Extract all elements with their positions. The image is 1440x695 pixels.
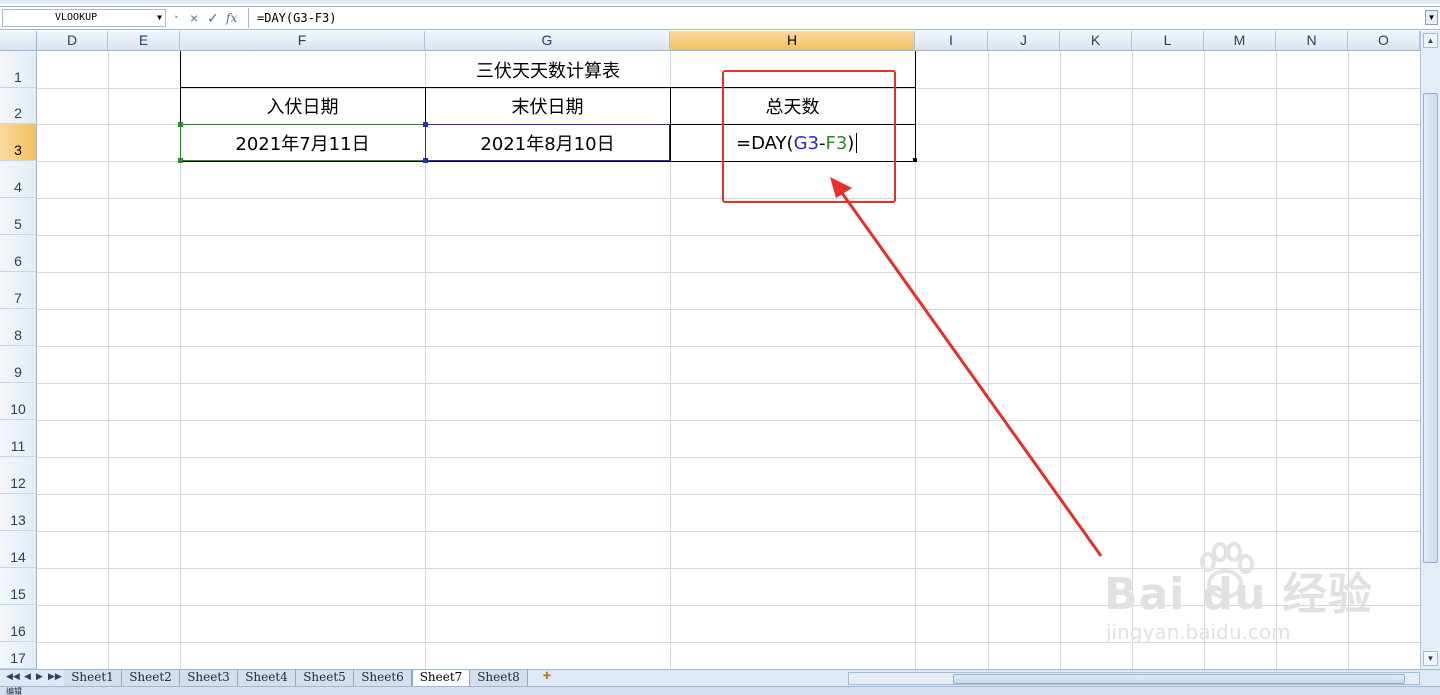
sheet-tab-sheet7[interactable]: Sheet7 bbox=[412, 670, 470, 686]
status-mode: 编辑 bbox=[6, 687, 22, 695]
prev-sheet-icon[interactable]: ◀ bbox=[24, 671, 31, 682]
watermark-brand: Bai du 经验 bbox=[1104, 569, 1373, 620]
scroll-up-icon[interactable]: ▲ bbox=[1423, 33, 1438, 48]
sheet-tab-sheet5[interactable]: Sheet5 bbox=[296, 670, 354, 686]
horizontal-scroll-thumb[interactable] bbox=[953, 674, 1405, 684]
baidu-watermark: Bai du 经验 jingyan.baidu.com bbox=[1104, 545, 1373, 645]
sheet-tab-bar: ◀◀ ◀ ▶ ▶▶ Sheet1 Sheet2 Sheet3 Sheet4 Sheet5… bbox=[0, 669, 1440, 686]
status-bar: 编辑 bbox=[0, 686, 1440, 695]
sheet-tab-sheet4[interactable]: Sheet4 bbox=[238, 670, 296, 686]
sheet-tab-sheet1[interactable]: Sheet1 bbox=[64, 670, 122, 686]
sheet-tab-sheet3[interactable]: Sheet3 bbox=[180, 670, 238, 686]
vertical-scrollbar[interactable]: ▲ ▼ bbox=[1420, 31, 1440, 669]
next-sheet-icon[interactable]: ▶ bbox=[36, 671, 43, 682]
sheet-tab-sheet2[interactable]: Sheet2 bbox=[122, 670, 180, 686]
excel-window: VLOOKUP ▼ ◔ × ✓ fx =DAY(G3-F3) ▼ DEFGHIJ… bbox=[0, 0, 1440, 695]
horizontal-scrollbar[interactable] bbox=[848, 672, 1420, 685]
scroll-down-icon[interactable]: ▼ bbox=[1423, 651, 1438, 666]
watermark-url: jingyan.baidu.com bbox=[1106, 620, 1291, 644]
vertical-scroll-thumb[interactable] bbox=[1423, 93, 1438, 563]
last-sheet-icon[interactable]: ▶▶ bbox=[48, 671, 62, 682]
sheet-tab-sheet6[interactable]: Sheet6 bbox=[354, 670, 412, 686]
first-sheet-icon[interactable]: ◀◀ bbox=[6, 671, 20, 682]
sheet-tab-sheet8[interactable]: Sheet8 bbox=[470, 670, 528, 686]
insert-sheet-icon[interactable]: ✚ bbox=[536, 671, 558, 686]
